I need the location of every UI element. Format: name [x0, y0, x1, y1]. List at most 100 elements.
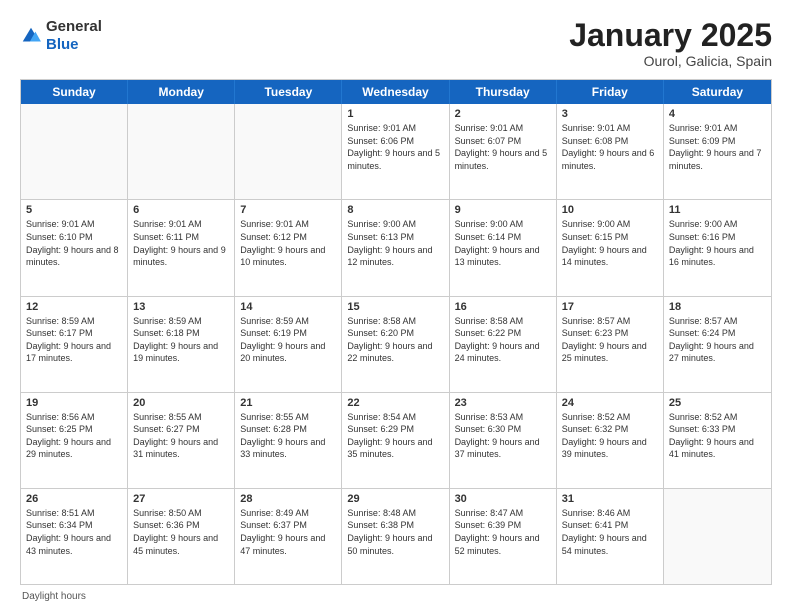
logo-general: General	[46, 18, 102, 36]
calendar-cell: 15 Sunrise: 8:58 AM Sunset: 6:20 PM Dayli…	[342, 297, 449, 392]
footer-note: Daylight hours	[20, 591, 772, 602]
cell-info: Sunrise: 9:01 AM Sunset: 6:06 PM Dayligh…	[347, 122, 443, 172]
cell-info: Sunrise: 8:50 AM Sunset: 6:36 PM Dayligh…	[133, 507, 229, 557]
day-number: 14	[240, 301, 336, 313]
calendar-cell: 13 Sunrise: 8:59 AM Sunset: 6:18 PM Dayli…	[128, 297, 235, 392]
calendar-cell: 16Sunrise: 8:58 AM Sunset: 6:22 PM Dayli…	[450, 297, 557, 392]
page: General Blue January 2025 Ourol, Galicia…	[0, 0, 792, 612]
cell-info: Sunrise: 8:54 AM Sunset: 6:29 PM Dayligh…	[347, 411, 443, 461]
cell-info: Sunrise: 8:52 AM Sunset: 6:33 PM Dayligh…	[669, 411, 766, 461]
day-number: 1	[347, 108, 443, 120]
calendar-cell: 21 Sunrise: 8:55 AM Sunset: 6:28 PM Dayli…	[235, 393, 342, 488]
cell-info: Sunrise: 9:01 AM Sunset: 6:09 PM Dayligh…	[669, 122, 766, 172]
cell-info: Sunrise: 8:46 AM Sunset: 6:41 PM Dayligh…	[562, 507, 658, 557]
cell-info: Sunrise: 9:01 AM Sunset: 6:08 PM Dayligh…	[562, 122, 658, 172]
calendar-cell: 9Sunrise: 9:00 AM Sunset: 6:14 PM Daylig…	[450, 200, 557, 295]
day-number: 21	[240, 397, 336, 409]
cell-info: Sunrise: 8:58 AM Sunset: 6:20 PM Dayligh…	[347, 315, 443, 365]
calendar-row: 12 Sunrise: 8:59 AM Sunset: 6:17 PM Dayli…	[21, 296, 771, 392]
location: Ourol, Galicia, Spain	[569, 53, 772, 69]
calendar-row: 26Sunrise: 8:51 AM Sunset: 6:34 PM Dayli…	[21, 488, 771, 584]
day-number: 30	[455, 493, 551, 505]
day-number: 19	[26, 397, 122, 409]
calendar-cell: 24 Sunrise: 8:52 AM Sunset: 6:32 PM Dayli…	[557, 393, 664, 488]
cell-info: Sunrise: 8:47 AM Sunset: 6:39 PM Dayligh…	[455, 507, 551, 557]
day-number: 5	[26, 204, 122, 216]
day-number: 3	[562, 108, 658, 120]
calendar-cell: 3 Sunrise: 9:01 AM Sunset: 6:08 PM Daylig…	[557, 104, 664, 199]
weekday-header: Sunday	[21, 80, 128, 104]
day-number: 24	[562, 397, 658, 409]
day-number: 22	[347, 397, 443, 409]
calendar-header: SundayMondayTuesdayWednesdayThursdayFrid…	[21, 80, 771, 104]
day-number: 4	[669, 108, 766, 120]
calendar-cell: 1 Sunrise: 9:01 AM Sunset: 6:06 PM Daylig…	[342, 104, 449, 199]
calendar-cell: 18 Sunrise: 8:57 AM Sunset: 6:24 PM Dayli…	[664, 297, 771, 392]
day-number: 12	[26, 301, 122, 313]
day-number: 11	[669, 204, 766, 216]
cell-info: Sunrise: 8:59 AM Sunset: 6:18 PM Dayligh…	[133, 315, 229, 365]
day-number: 15	[347, 301, 443, 313]
header: General Blue January 2025 Ourol, Galicia…	[20, 18, 772, 69]
weekday-header: Thursday	[450, 80, 557, 104]
cell-info: Sunrise: 8:48 AM Sunset: 6:38 PM Dayligh…	[347, 507, 443, 557]
cell-info: Sunrise: 8:55 AM Sunset: 6:27 PM Dayligh…	[133, 411, 229, 461]
title-block: January 2025 Ourol, Galicia, Spain	[569, 18, 772, 69]
calendar-cell: 8Sunrise: 9:00 AM Sunset: 6:13 PM Daylig…	[342, 200, 449, 295]
day-number: 2	[455, 108, 551, 120]
weekday-header: Saturday	[664, 80, 771, 104]
weekday-header: Wednesday	[342, 80, 449, 104]
calendar-cell: 25Sunrise: 8:52 AM Sunset: 6:33 PM Dayli…	[664, 393, 771, 488]
calendar-cell: 6 Sunrise: 9:01 AM Sunset: 6:11 PM Daylig…	[128, 200, 235, 295]
cell-info: Sunrise: 8:52 AM Sunset: 6:32 PM Dayligh…	[562, 411, 658, 461]
cell-info: Sunrise: 8:55 AM Sunset: 6:28 PM Dayligh…	[240, 411, 336, 461]
calendar-cell	[21, 104, 128, 199]
weekday-header: Tuesday	[235, 80, 342, 104]
cell-info: Sunrise: 9:01 AM Sunset: 6:12 PM Dayligh…	[240, 218, 336, 268]
day-number: 13	[133, 301, 229, 313]
calendar-cell: 11Sunrise: 9:00 AM Sunset: 6:16 PM Dayli…	[664, 200, 771, 295]
cell-info: Sunrise: 9:01 AM Sunset: 6:07 PM Dayligh…	[455, 122, 551, 172]
day-number: 16	[455, 301, 551, 313]
calendar-body: 1 Sunrise: 9:01 AM Sunset: 6:06 PM Daylig…	[21, 104, 771, 584]
calendar-cell: 10Sunrise: 9:00 AM Sunset: 6:15 PM Dayli…	[557, 200, 664, 295]
cell-info: Sunrise: 8:56 AM Sunset: 6:25 PM Dayligh…	[26, 411, 122, 461]
calendar-cell: 28Sunrise: 8:49 AM Sunset: 6:37 PM Dayli…	[235, 489, 342, 584]
calendar-cell: 31 Sunrise: 8:46 AM Sunset: 6:41 PM Dayli…	[557, 489, 664, 584]
cell-info: Sunrise: 9:01 AM Sunset: 6:11 PM Dayligh…	[133, 218, 229, 268]
weekday-header: Friday	[557, 80, 664, 104]
calendar-cell: 14 Sunrise: 8:59 AM Sunset: 6:19 PM Dayli…	[235, 297, 342, 392]
day-number: 23	[455, 397, 551, 409]
day-number: 18	[669, 301, 766, 313]
calendar-cell: 5Sunrise: 9:01 AM Sunset: 6:10 PM Daylig…	[21, 200, 128, 295]
calendar-cell: 17Sunrise: 8:57 AM Sunset: 6:23 PM Dayli…	[557, 297, 664, 392]
calendar-cell	[664, 489, 771, 584]
cell-info: Sunrise: 8:59 AM Sunset: 6:17 PM Dayligh…	[26, 315, 122, 365]
cell-info: Sunrise: 8:51 AM Sunset: 6:34 PM Dayligh…	[26, 507, 122, 557]
calendar-cell: 20Sunrise: 8:55 AM Sunset: 6:27 PM Dayli…	[128, 393, 235, 488]
calendar-row: 19 Sunrise: 8:56 AM Sunset: 6:25 PM Dayli…	[21, 392, 771, 488]
calendar-cell: 30 Sunrise: 8:47 AM Sunset: 6:39 PM Dayli…	[450, 489, 557, 584]
calendar-cell: 2 Sunrise: 9:01 AM Sunset: 6:07 PM Daylig…	[450, 104, 557, 199]
cell-info: Sunrise: 9:00 AM Sunset: 6:13 PM Dayligh…	[347, 218, 443, 268]
cell-info: Sunrise: 8:49 AM Sunset: 6:37 PM Dayligh…	[240, 507, 336, 557]
logo-blue: Blue	[46, 36, 102, 54]
cell-info: Sunrise: 8:59 AM Sunset: 6:19 PM Dayligh…	[240, 315, 336, 365]
cell-info: Sunrise: 8:57 AM Sunset: 6:24 PM Dayligh…	[669, 315, 766, 365]
cell-info: Sunrise: 9:00 AM Sunset: 6:14 PM Dayligh…	[455, 218, 551, 268]
day-number: 31	[562, 493, 658, 505]
logo: General Blue	[20, 18, 102, 54]
logo-icon	[20, 25, 42, 47]
cell-info: Sunrise: 9:00 AM Sunset: 6:15 PM Dayligh…	[562, 218, 658, 268]
calendar-cell: 7 Sunrise: 9:01 AM Sunset: 6:12 PM Daylig…	[235, 200, 342, 295]
day-number: 7	[240, 204, 336, 216]
calendar-row: 1 Sunrise: 9:01 AM Sunset: 6:06 PM Daylig…	[21, 104, 771, 199]
weekday-header: Monday	[128, 80, 235, 104]
calendar-cell: 23Sunrise: 8:53 AM Sunset: 6:30 PM Dayli…	[450, 393, 557, 488]
daylight-label: Daylight hours	[22, 591, 86, 602]
day-number: 6	[133, 204, 229, 216]
calendar-cell: 4 Sunrise: 9:01 AM Sunset: 6:09 PM Daylig…	[664, 104, 771, 199]
calendar-cell	[128, 104, 235, 199]
calendar-cell: 27Sunrise: 8:50 AM Sunset: 6:36 PM Dayli…	[128, 489, 235, 584]
day-number: 29	[347, 493, 443, 505]
